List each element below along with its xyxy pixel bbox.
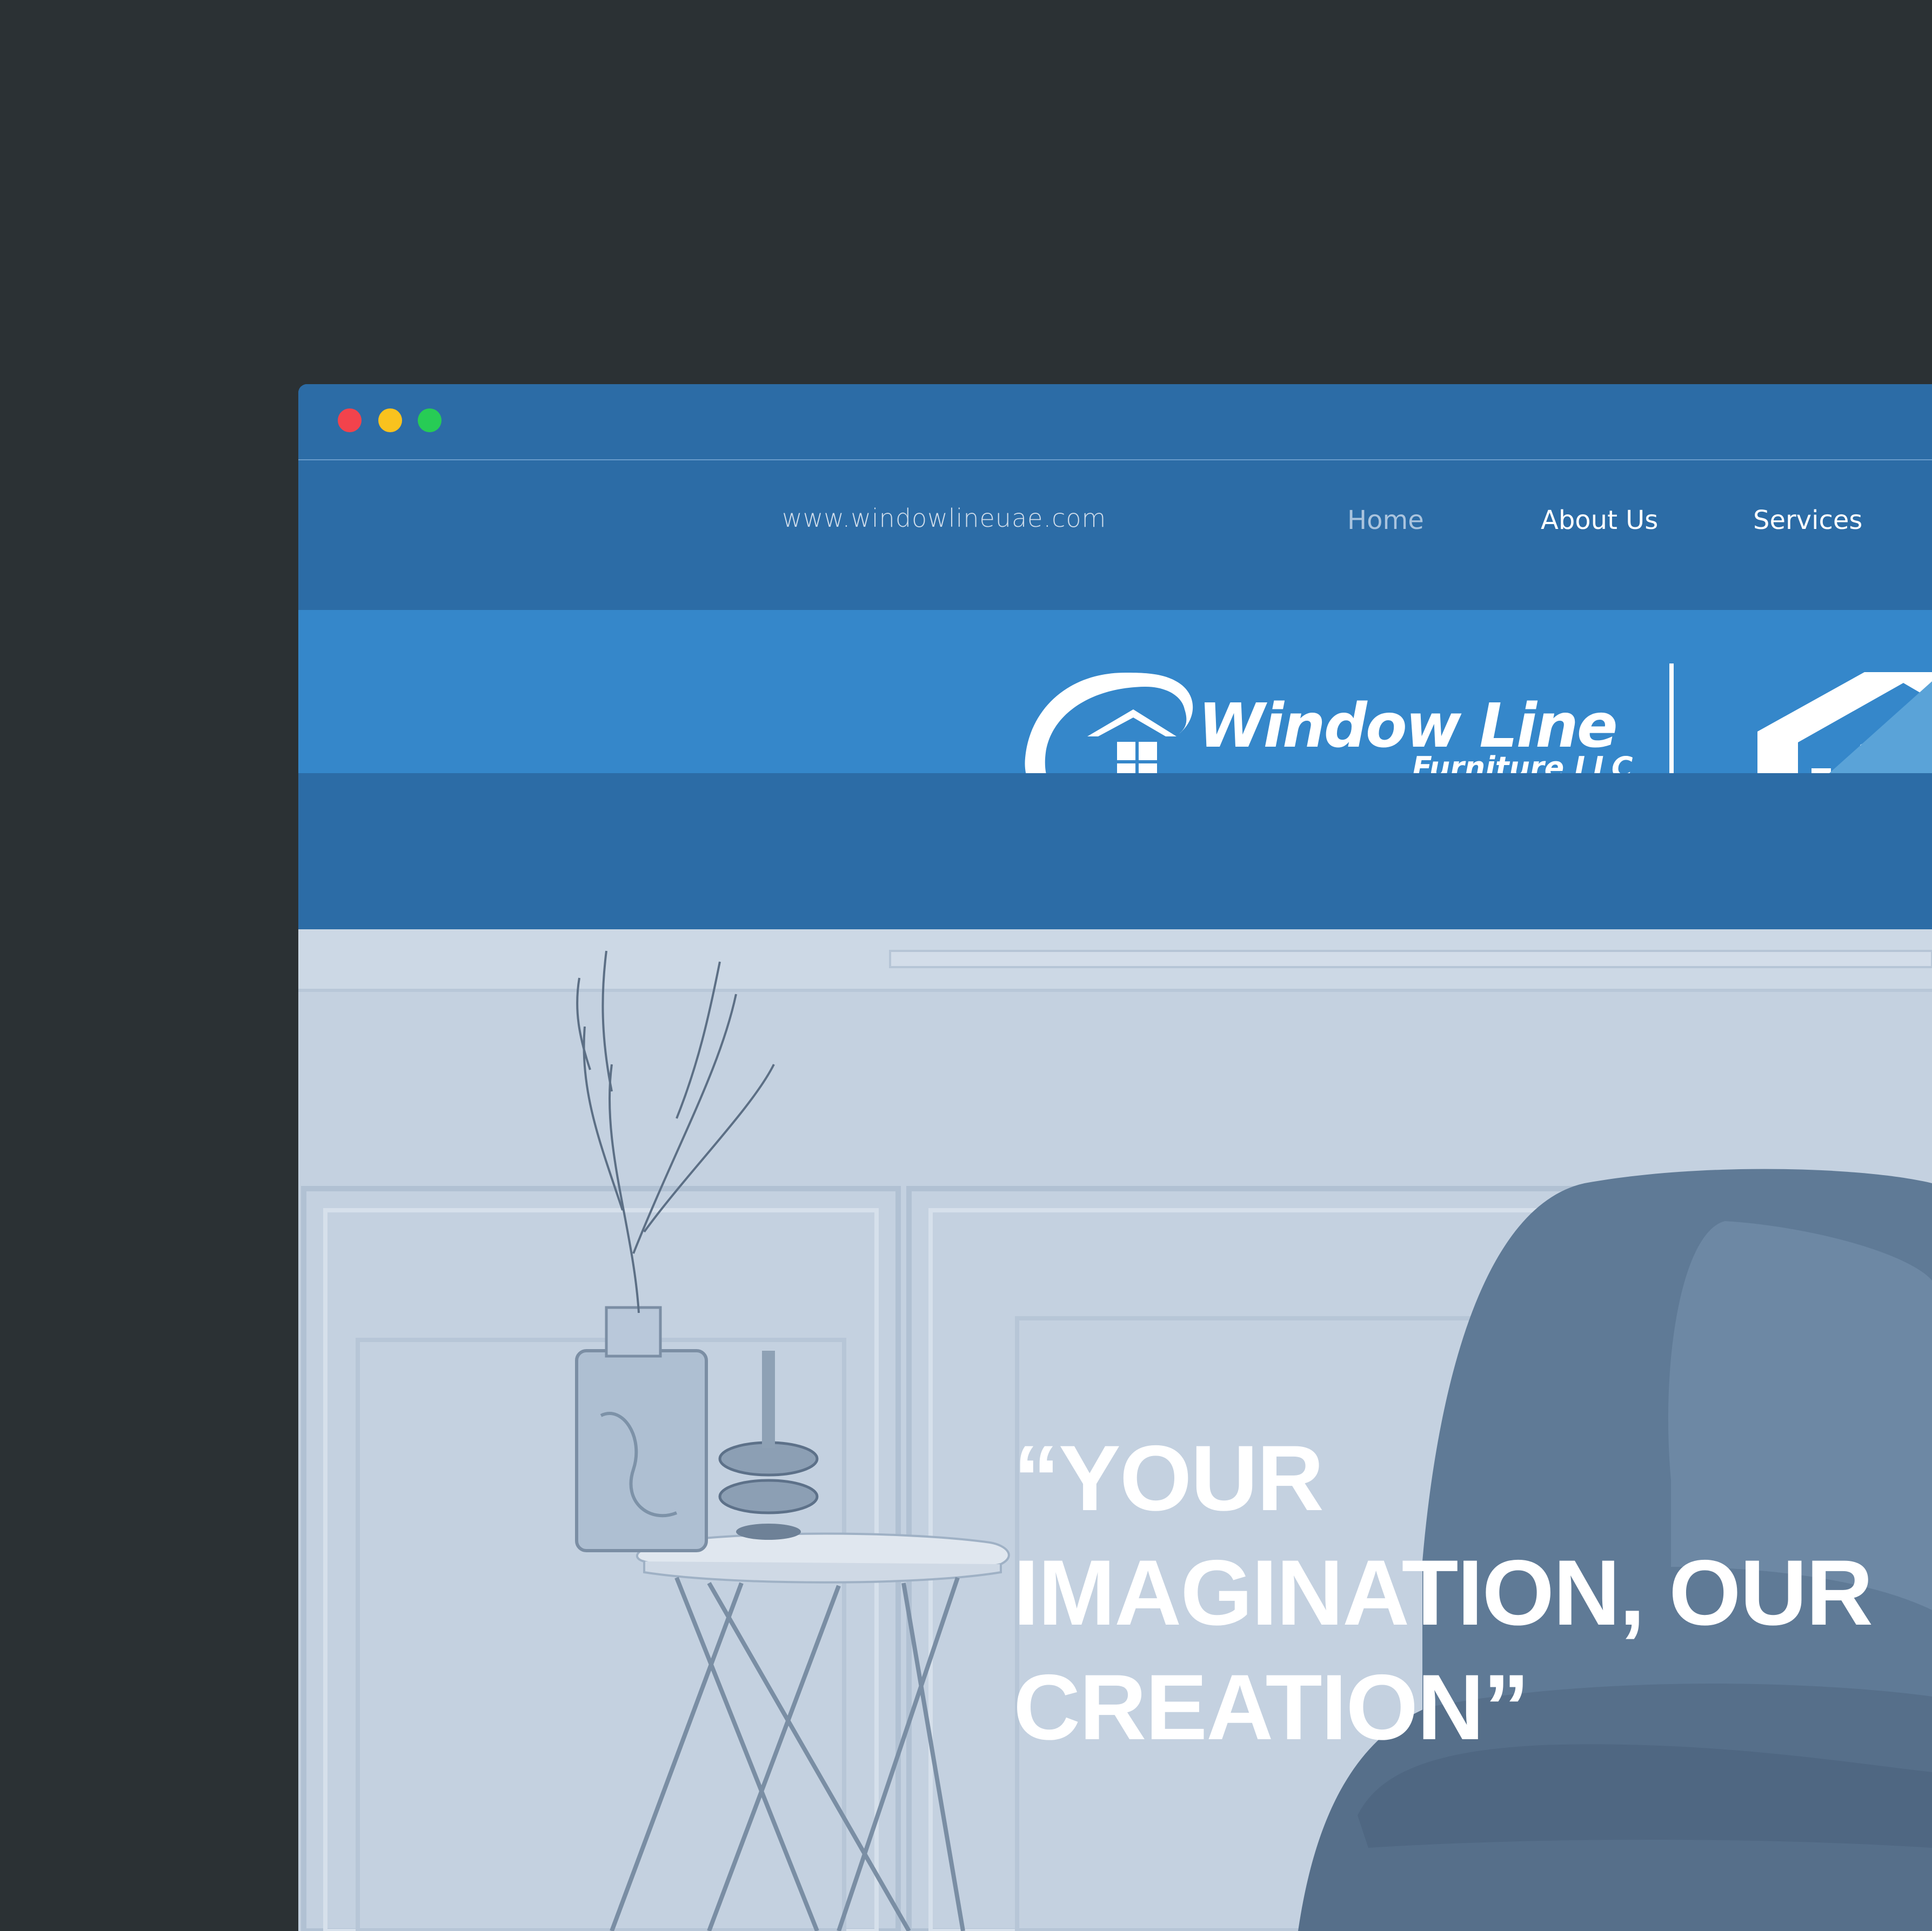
- browser-titlebar: [298, 384, 1932, 460]
- hero-headline: “YOUR IMAGINATION, OUR CREATION”: [1013, 1421, 1873, 1765]
- logo-divider: [1669, 663, 1674, 773]
- decorative-corner: [1829, 681, 1932, 773]
- nav-item-about-us[interactable]: About Us: [1541, 505, 1658, 535]
- nav-item-home[interactable]: Home: [1347, 505, 1424, 535]
- close-window-button[interactable]: [338, 408, 362, 432]
- window-logo-icon[interactable]: [1020, 666, 1204, 773]
- logo-subtitle: Furniture LLC: [1412, 750, 1633, 773]
- maximize-window-button[interactable]: [418, 408, 442, 432]
- top-navigation: www.windowlineuae.com Home About Us Serv…: [298, 460, 1932, 607]
- minimize-window-button[interactable]: [378, 408, 402, 432]
- headline-line-2: IMAGINATION, OUR: [1013, 1541, 1873, 1645]
- site-url[interactable]: www.windowlineuae.com: [782, 504, 1106, 533]
- headline-line-3: CREATION”: [1013, 1655, 1529, 1759]
- hero-section: “YOUR IMAGINATION, OUR CREATION”: [298, 929, 1932, 1931]
- headline-line-1: “YOUR: [1013, 1426, 1324, 1530]
- browser-window: www.windowlineuae.com Home About Us Serv…: [298, 384, 1932, 1931]
- nav-item-services[interactable]: Services: [1753, 505, 1862, 535]
- brand-banner: Window Line Furniture LLC: [298, 610, 1932, 773]
